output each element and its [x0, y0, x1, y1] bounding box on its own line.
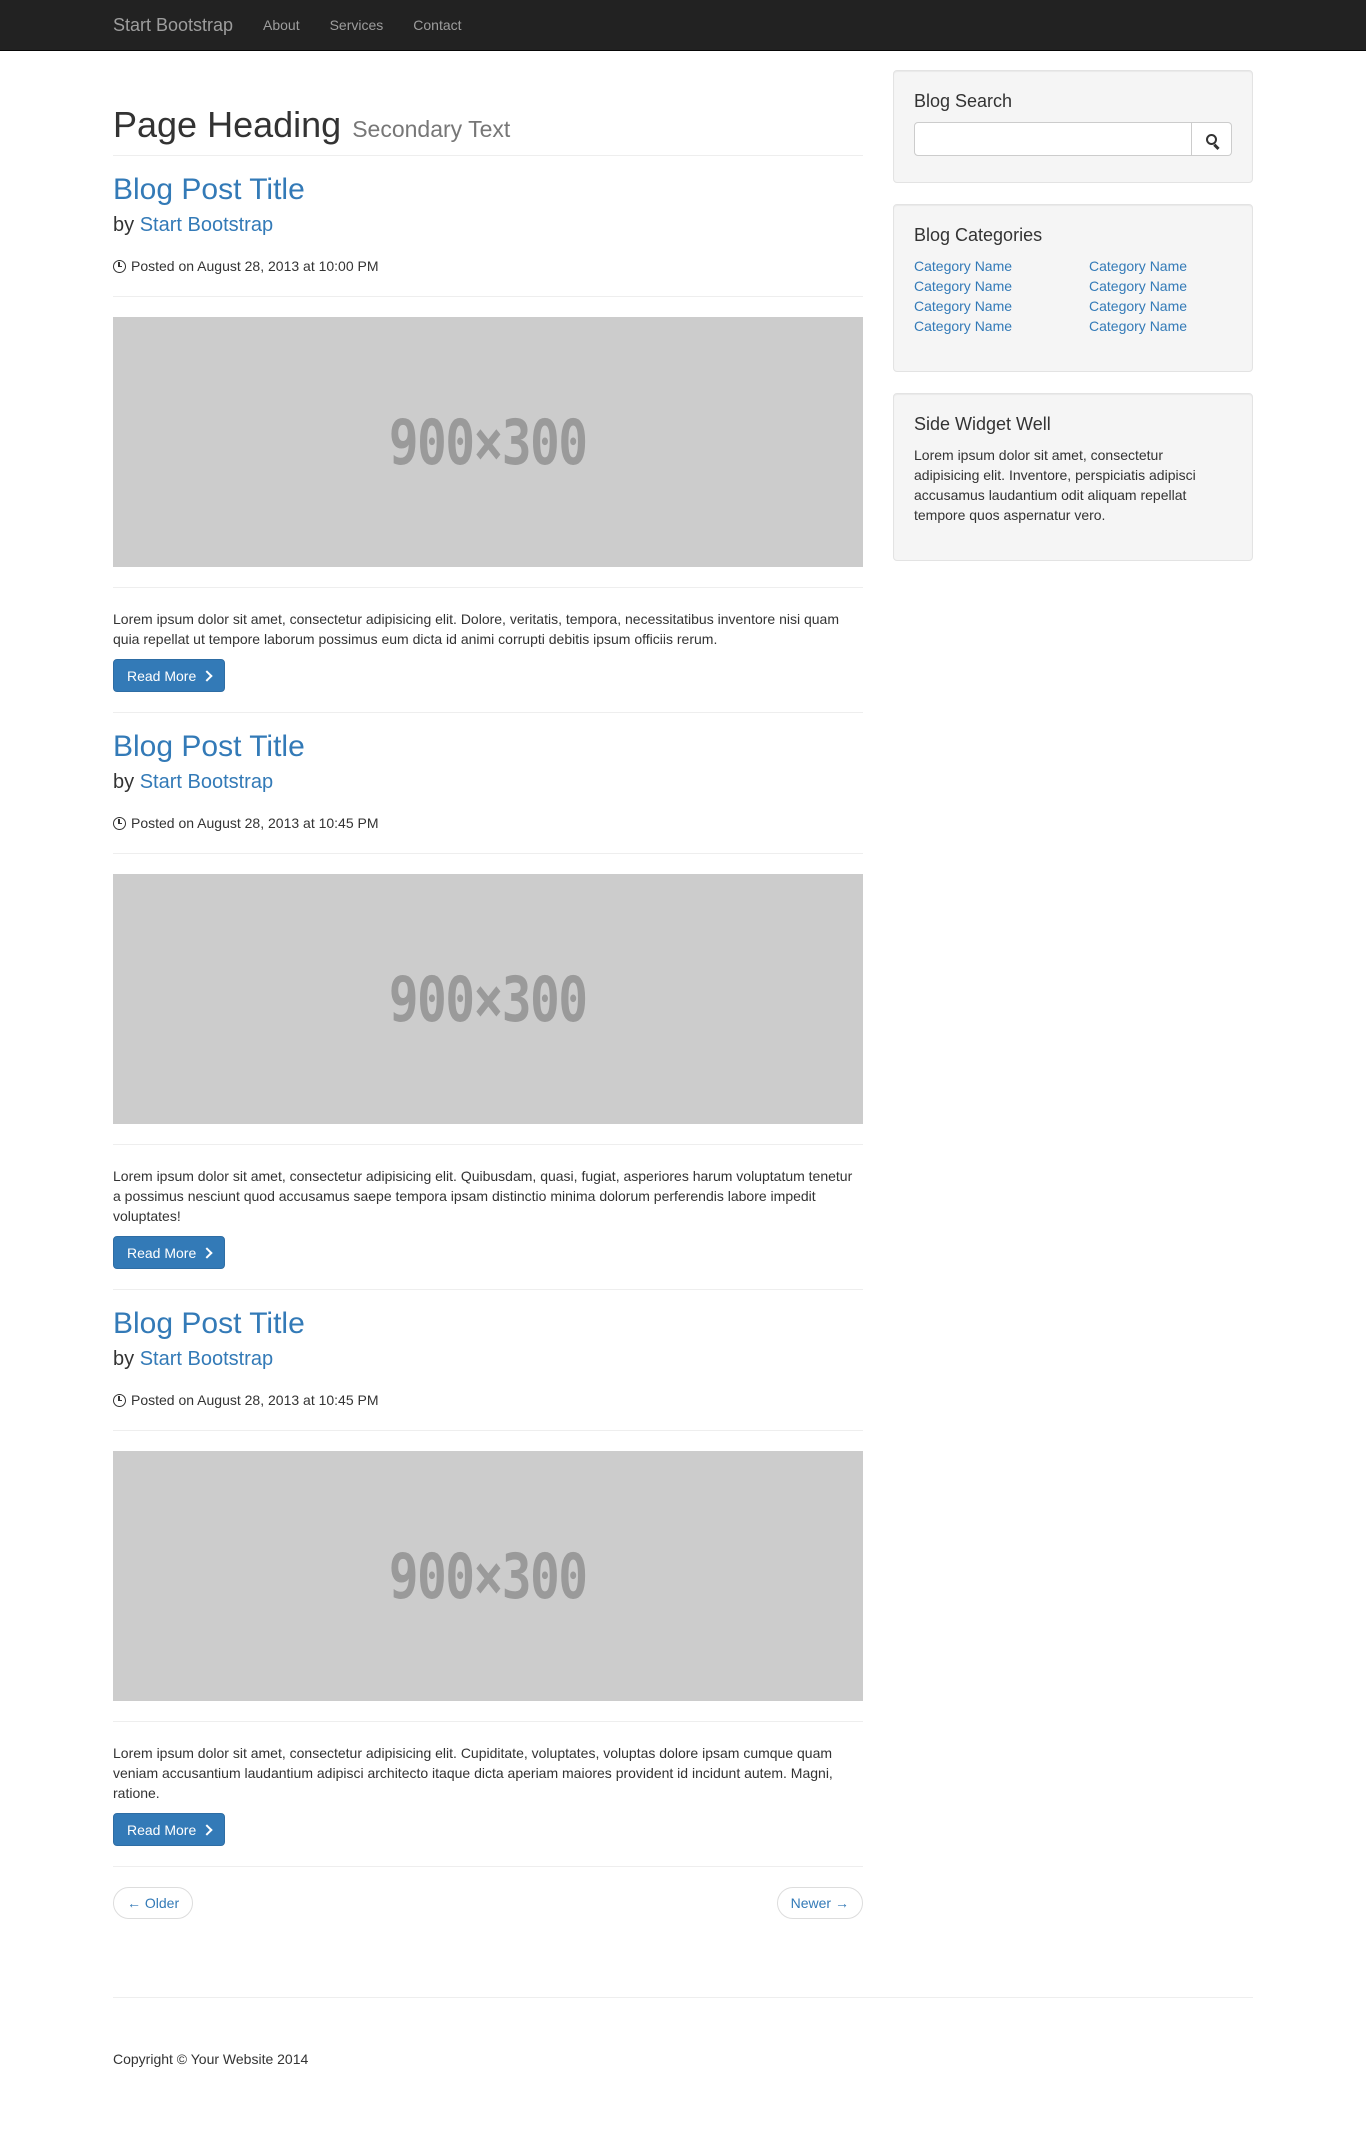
post-title-link[interactable]: Blog Post Title [113, 1306, 863, 1342]
read-more-label: Read More [127, 1244, 197, 1261]
category-link[interactable]: Category Name [914, 276, 1089, 296]
page-secondary-text: Secondary Text [352, 116, 511, 142]
page-heading: Page Heading [113, 104, 342, 145]
search-icon [1206, 133, 1217, 145]
read-more-button[interactable]: Read More [113, 659, 226, 692]
post-byline: by Start Bootstrap [113, 1346, 863, 1372]
side-widget-title: Side Widget Well [914, 414, 1051, 434]
top-navbar: Start Bootstrap About Services Contact [0, 0, 1366, 51]
divider [113, 587, 863, 588]
search-group [914, 122, 1232, 156]
placeholder-dimensions: 900×300 [389, 962, 588, 1036]
divider [113, 1430, 863, 1431]
blog-search-well: Blog Search [893, 70, 1253, 183]
divider [113, 1721, 863, 1722]
category-link[interactable]: Category Name [1089, 296, 1264, 316]
post-excerpt: Lorem ipsum dolor sit amet, consectetur … [113, 611, 839, 647]
post-excerpt: Lorem ipsum dolor sit amet, consectetur … [113, 1745, 833, 1801]
post-excerpt: Lorem ipsum dolor sit amet, consectetur … [113, 1168, 853, 1224]
post-author-link[interactable]: Start Bootstrap [140, 771, 273, 793]
byline-prefix: by [113, 214, 135, 236]
read-more-label: Read More [127, 667, 197, 684]
side-widget-well: Side Widget Well Lorem ipsum dolor sit a… [893, 393, 1253, 561]
divider [113, 853, 863, 854]
post-date-text: Posted on August 28, 2013 at 10:45 PM [131, 815, 379, 831]
byline-prefix: by [113, 1348, 135, 1370]
placeholder-dimensions: 900×300 [389, 1539, 588, 1613]
pager: ← Older Newer → [113, 1887, 863, 1921]
divider [113, 1289, 863, 1290]
post-byline: by Start Bootstrap [113, 212, 863, 238]
footer-copyright: Copyright © Your Website 2014 [113, 2051, 309, 2067]
category-list: Category Name Category Name Category Nam… [914, 256, 1232, 336]
chevron-right-icon [201, 669, 213, 682]
clock-icon [113, 816, 126, 830]
nav-link-contact[interactable]: Contact [398, 0, 476, 50]
read-more-button[interactable]: Read More [113, 1813, 226, 1846]
nav-link-about[interactable]: About [248, 0, 315, 50]
post-date: Posted on August 28, 2013 at 10:45 PM [113, 813, 863, 833]
nav-link-services[interactable]: Services [315, 0, 399, 50]
divider [113, 1144, 863, 1145]
blog-search-title: Blog Search [914, 91, 1013, 111]
blog-categories-title: Blog Categories [914, 225, 1043, 245]
clock-icon [113, 1393, 126, 1407]
search-button[interactable] [1192, 122, 1232, 156]
divider [113, 1866, 863, 1867]
pager-older-link[interactable]: ← Older [113, 1887, 194, 1919]
post-image-placeholder: 900×300 [113, 1451, 863, 1701]
post-date-text: Posted on August 28, 2013 at 10:45 PM [131, 1392, 379, 1408]
byline-prefix: by [113, 771, 135, 793]
navbar-brand[interactable]: Start Bootstrap [113, 14, 233, 36]
post-title-link[interactable]: Blog Post Title [113, 172, 863, 208]
clock-icon [113, 259, 126, 273]
nav-links: About Services Contact [248, 0, 477, 50]
post-author-link[interactable]: Start Bootstrap [140, 1348, 273, 1370]
category-link[interactable]: Category Name [914, 256, 1089, 276]
category-link[interactable]: Category Name [1089, 256, 1264, 276]
search-input[interactable] [914, 122, 1192, 156]
post-author-link[interactable]: Start Bootstrap [140, 214, 273, 236]
post-date: Posted on August 28, 2013 at 10:00 PM [113, 256, 863, 276]
post-date: Posted on August 28, 2013 at 10:45 PM [113, 1390, 863, 1410]
divider [113, 712, 863, 713]
blog-post: Blog Post Title by Start Bootstrap Poste… [113, 729, 863, 1290]
chevron-right-icon [201, 1246, 213, 1259]
side-widget-text: Lorem ipsum dolor sit amet, consectetur … [914, 447, 1196, 523]
divider [113, 296, 863, 297]
post-image-placeholder: 900×300 [113, 317, 863, 567]
post-byline: by Start Bootstrap [113, 769, 863, 795]
blog-post: Blog Post Title by Start Bootstrap Poste… [113, 172, 863, 713]
footer-divider [113, 1997, 1253, 1998]
main-column: Page Heading Secondary Text Blog Post Ti… [113, 51, 863, 1921]
read-more-button[interactable]: Read More [113, 1236, 226, 1269]
category-link[interactable]: Category Name [914, 316, 1089, 336]
category-link[interactable]: Category Name [1089, 316, 1264, 336]
post-date-text: Posted on August 28, 2013 at 10:00 PM [131, 258, 379, 274]
chevron-right-icon [201, 1823, 213, 1836]
pager-newer-link[interactable]: Newer → [776, 1887, 863, 1919]
category-link[interactable]: Category Name [1089, 276, 1264, 296]
blog-post: Blog Post Title by Start Bootstrap Poste… [113, 1306, 863, 1867]
post-image-placeholder: 900×300 [113, 874, 863, 1124]
blog-categories-well: Blog Categories Category Name Category N… [893, 204, 1253, 372]
category-link[interactable]: Category Name [914, 296, 1089, 316]
read-more-label: Read More [127, 1821, 197, 1838]
placeholder-dimensions: 900×300 [389, 405, 588, 479]
page-header: Page Heading Secondary Text [113, 105, 863, 156]
post-title-link[interactable]: Blog Post Title [113, 729, 863, 765]
